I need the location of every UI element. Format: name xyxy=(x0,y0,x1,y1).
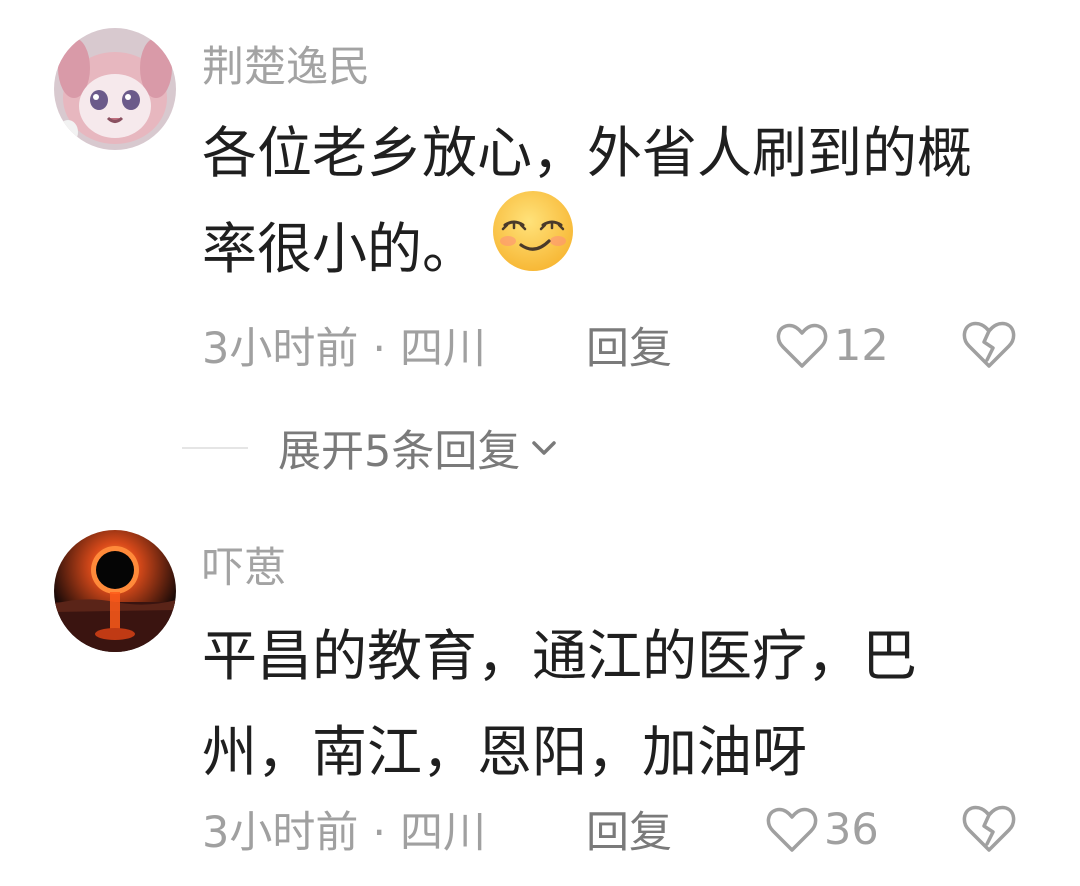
heart-outline-icon xyxy=(776,322,828,370)
avatar[interactable] xyxy=(54,28,176,150)
comment-text-line: 州，南江，恩阳，加油呀 xyxy=(202,720,808,784)
comment-text-line-end: 率很小的。 xyxy=(202,217,478,281)
chevron-down-icon xyxy=(532,441,557,455)
comment-meta: 3小时前 · 四川 xyxy=(202,812,486,855)
like-button[interactable]: 12 xyxy=(776,318,889,374)
divider-line xyxy=(182,447,248,449)
comment-location: 四川 xyxy=(400,324,487,374)
comment-username[interactable]: 吓葸 xyxy=(202,547,286,589)
expand-replies[interactable]: 展开5条回复 xyxy=(182,417,562,479)
comment-username[interactable]: 荆楚逸民 xyxy=(202,46,370,88)
avatar[interactable] xyxy=(54,530,176,652)
comment-time: 3小时前 xyxy=(202,808,359,858)
like-count: 12 xyxy=(834,321,889,371)
comment-text-line: 平昌的教育，通江的医疗，巴 xyxy=(202,624,918,688)
comment-text-line: 率很小的。 xyxy=(202,191,972,302)
comment-text-line: 各位老乡放心，外省人刷到的概 xyxy=(202,121,973,185)
meta-separator: · xyxy=(372,808,387,858)
comment-time: 3小时前 xyxy=(202,324,359,374)
comment-meta: 3小时前 · 四川 xyxy=(202,328,486,371)
comment-text: 平昌的教育，通江的医疗，巴 州，南江，恩阳，加油呀 xyxy=(202,608,917,800)
comment-location: 四川 xyxy=(400,808,487,858)
heart-outline-icon xyxy=(766,806,818,854)
reply-button[interactable]: 回复 xyxy=(586,812,672,855)
smirk-face-emoji-icon xyxy=(491,189,575,302)
reply-button[interactable]: 回复 xyxy=(586,328,672,371)
comment-text: 各位老乡放心，外省人刷到的概 率很小的。 xyxy=(202,105,972,302)
expand-replies-label[interactable]: 展开5条回复 xyxy=(278,417,520,479)
broken-heart-icon[interactable] xyxy=(962,318,1016,372)
broken-heart-icon[interactable] xyxy=(962,802,1016,856)
like-count: 36 xyxy=(824,805,879,855)
like-button[interactable]: 36 xyxy=(766,802,879,858)
meta-separator: · xyxy=(372,324,387,374)
